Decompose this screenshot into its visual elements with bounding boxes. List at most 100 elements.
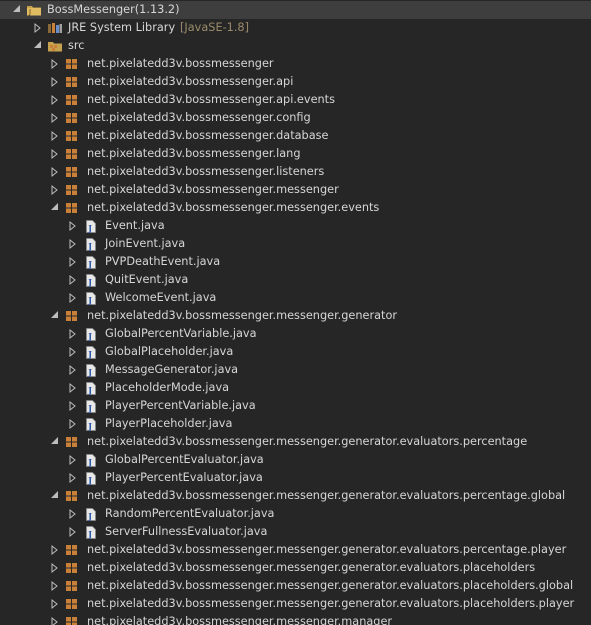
collapsed-arrow-icon[interactable] bbox=[68, 289, 78, 307]
java-file-icon: J bbox=[85, 217, 101, 235]
tree-node-label: net.pixelatedd3v.bossmessenger.lang bbox=[87, 147, 301, 160]
collapsed-arrow-icon[interactable] bbox=[68, 397, 78, 415]
tree-node-net-pixelatedd3v-bossmessenger-messenger-manager[interactable]: net.pixelatedd3v.bossmessenger.messenger… bbox=[0, 613, 591, 625]
tree-node-net-pixelatedd3v-bossmessenger-lang[interactable]: net.pixelatedd3v.bossmessenger.lang bbox=[0, 145, 591, 163]
expanded-arrow-icon[interactable] bbox=[50, 307, 60, 325]
tree-node-serverfullnessevaluator-java[interactable]: J ServerFullnessEvaluator.java bbox=[0, 523, 591, 541]
tree-node-jre-system-library[interactable]: JRE System Library [JavaSE-1.8] bbox=[0, 19, 591, 37]
svg-text:J: J bbox=[87, 241, 92, 251]
collapsed-arrow-icon[interactable] bbox=[50, 73, 60, 91]
package-icon bbox=[65, 307, 81, 325]
tree-node-label: PlaceholderMode.java bbox=[105, 381, 230, 394]
expanded-arrow-icon[interactable] bbox=[33, 37, 43, 55]
tree-node-playerplaceholder-java[interactable]: J PlayerPlaceholder.java bbox=[0, 415, 591, 433]
collapsed-arrow-icon[interactable] bbox=[50, 595, 60, 613]
tree-node-net-pixelatedd3v-bossmessenger-listeners[interactable]: net.pixelatedd3v.bossmessenger.listeners bbox=[0, 163, 591, 181]
collapsed-arrow-icon[interactable] bbox=[68, 325, 78, 343]
tree-node-playerpercentevaluator-java[interactable]: J PlayerPercentEvaluator.java bbox=[0, 469, 591, 487]
svg-text:J: J bbox=[87, 475, 92, 485]
collapsed-arrow-icon[interactable] bbox=[68, 415, 78, 433]
tree-node-playerpercentvariable-java[interactable]: J PlayerPercentVariable.java bbox=[0, 397, 591, 415]
collapsed-arrow-icon[interactable] bbox=[50, 163, 60, 181]
collapsed-arrow-icon[interactable] bbox=[33, 19, 43, 37]
tree-node-net-pixelatedd3v-bossmessenger-messenger-generator[interactable]: net.pixelatedd3v.bossmessenger.messenger… bbox=[0, 307, 591, 325]
tree-node-joinevent-java[interactable]: J JoinEvent.java bbox=[0, 235, 591, 253]
tree-node-label: net.pixelatedd3v.bossmessenger.messenger… bbox=[87, 435, 528, 448]
tree-node-src[interactable]: src bbox=[0, 37, 591, 55]
java-file-icon: J bbox=[85, 253, 101, 271]
expanded-arrow-icon[interactable] bbox=[50, 487, 60, 505]
collapsed-arrow-icon[interactable] bbox=[50, 91, 60, 109]
tree-node-net-pixelatedd3v-bossmessenger-api-events[interactable]: net.pixelatedd3v.bossmessenger.api.event… bbox=[0, 91, 591, 109]
tree-node-decoration: [JavaSE-1.8] bbox=[180, 21, 250, 34]
tree-node-welcomeevent-java[interactable]: J WelcomeEvent.java bbox=[0, 289, 591, 307]
tree-node-label: net.pixelatedd3v.bossmessenger.messenger… bbox=[87, 201, 380, 214]
tree-node-net-pixelatedd3v-bossmessenger-database[interactable]: net.pixelatedd3v.bossmessenger.database bbox=[0, 127, 591, 145]
tree-node-bossmessenger-1-13-2[interactable]: J BossMessenger(1.13.2) bbox=[0, 1, 591, 19]
collapsed-arrow-icon[interactable] bbox=[50, 577, 60, 595]
tree-node-pvpdeathevent-java[interactable]: J PVPDeathEvent.java bbox=[0, 253, 591, 271]
tree-node-label: PlayerPlaceholder.java bbox=[105, 417, 233, 430]
collapsed-arrow-icon[interactable] bbox=[68, 271, 78, 289]
tree-node-label: BossMessenger(1.13.2) bbox=[47, 3, 180, 16]
collapsed-arrow-icon[interactable] bbox=[50, 127, 60, 145]
tree-node-randompercentevaluator-java[interactable]: J RandomPercentEvaluator.java bbox=[0, 505, 591, 523]
tree-node-label: PlayerPercentVariable.java bbox=[105, 399, 256, 412]
tree-node-label: net.pixelatedd3v.bossmessenger.messenger… bbox=[87, 309, 398, 322]
tree-node-event-java[interactable]: J Event.java bbox=[0, 217, 591, 235]
collapsed-arrow-icon[interactable] bbox=[68, 343, 78, 361]
collapsed-arrow-icon[interactable] bbox=[68, 217, 78, 235]
collapsed-arrow-icon[interactable] bbox=[50, 541, 60, 559]
svg-text:J: J bbox=[87, 529, 92, 539]
expanded-arrow-icon[interactable] bbox=[50, 433, 60, 451]
tree-node-label: net.pixelatedd3v.bossmessenger.messenger… bbox=[87, 579, 574, 592]
package-icon bbox=[65, 181, 81, 199]
tree-node-net-pixelatedd3v-bossmessenger-api[interactable]: net.pixelatedd3v.bossmessenger.api bbox=[0, 73, 591, 91]
tree-node-label: GlobalPlaceholder.java bbox=[105, 345, 234, 358]
tree-node-net-pixelatedd3v-bossmessenger-messenger-generator-evaluators-percentage-player[interactable]: net.pixelatedd3v.bossmessenger.messenger… bbox=[0, 541, 591, 559]
package-icon bbox=[65, 559, 81, 577]
collapsed-arrow-icon[interactable] bbox=[68, 379, 78, 397]
java-file-icon: J bbox=[85, 469, 101, 487]
tree-node-globalpercentevaluator-java[interactable]: J GlobalPercentEvaluator.java bbox=[0, 451, 591, 469]
collapsed-arrow-icon[interactable] bbox=[50, 109, 60, 127]
package-icon bbox=[65, 487, 81, 505]
tree-node-net-pixelatedd3v-bossmessenger-messenger-events[interactable]: net.pixelatedd3v.bossmessenger.messenger… bbox=[0, 199, 591, 217]
collapsed-arrow-icon[interactable] bbox=[50, 181, 60, 199]
collapsed-arrow-icon[interactable] bbox=[68, 451, 78, 469]
collapsed-arrow-icon[interactable] bbox=[50, 145, 60, 163]
collapsed-arrow-icon[interactable] bbox=[68, 469, 78, 487]
package-explorer-tree[interactable]: J BossMessenger(1.13.2) JRE System Library… bbox=[0, 0, 591, 625]
collapsed-arrow-icon[interactable] bbox=[68, 235, 78, 253]
tree-node-globalpercentvariable-java[interactable]: J GlobalPercentVariable.java bbox=[0, 325, 591, 343]
tree-node-net-pixelatedd3v-bossmessenger-messenger-generator-evaluators-placeholders-player[interactable]: net.pixelatedd3v.bossmessenger.messenger… bbox=[0, 595, 591, 613]
tree-node-globalplaceholder-java[interactable]: J GlobalPlaceholder.java bbox=[0, 343, 591, 361]
expanded-arrow-icon[interactable] bbox=[12, 1, 22, 19]
tree-node-quitevent-java[interactable]: J QuitEvent.java bbox=[0, 271, 591, 289]
tree-node-label: PlayerPercentEvaluator.java bbox=[105, 471, 263, 484]
tree-node-label: net.pixelatedd3v.bossmessenger.messenger… bbox=[87, 561, 536, 574]
tree-node-label: ServerFullnessEvaluator.java bbox=[105, 525, 268, 538]
svg-text:J: J bbox=[87, 511, 92, 521]
tree-node-net-pixelatedd3v-bossmessenger-messenger-generator-evaluators-placeholders-global[interactable]: net.pixelatedd3v.bossmessenger.messenger… bbox=[0, 577, 591, 595]
expanded-arrow-icon[interactable] bbox=[50, 199, 60, 217]
tree-node-net-pixelatedd3v-bossmessenger-messenger[interactable]: net.pixelatedd3v.bossmessenger.messenger bbox=[0, 181, 591, 199]
tree-node-label: MessageGenerator.java bbox=[105, 363, 239, 376]
collapsed-arrow-icon[interactable] bbox=[50, 55, 60, 73]
tree-node-net-pixelatedd3v-bossmessenger[interactable]: net.pixelatedd3v.bossmessenger bbox=[0, 55, 591, 73]
collapsed-arrow-icon[interactable] bbox=[68, 505, 78, 523]
tree-node-net-pixelatedd3v-bossmessenger-messenger-generator-evaluators-percentage-global[interactable]: net.pixelatedd3v.bossmessenger.messenger… bbox=[0, 487, 591, 505]
tree-node-label: src bbox=[68, 39, 85, 52]
package-icon bbox=[65, 613, 81, 625]
collapsed-arrow-icon[interactable] bbox=[50, 559, 60, 577]
collapsed-arrow-icon[interactable] bbox=[68, 361, 78, 379]
tree-node-net-pixelatedd3v-bossmessenger-messenger-generator-evaluators-placeholders[interactable]: net.pixelatedd3v.bossmessenger.messenger… bbox=[0, 559, 591, 577]
tree-node-label: net.pixelatedd3v.bossmessenger.messenger… bbox=[87, 597, 575, 610]
collapsed-arrow-icon[interactable] bbox=[68, 523, 78, 541]
collapsed-arrow-icon[interactable] bbox=[50, 613, 60, 625]
tree-node-messagegenerator-java[interactable]: J MessageGenerator.java bbox=[0, 361, 591, 379]
tree-node-net-pixelatedd3v-bossmessenger-config[interactable]: net.pixelatedd3v.bossmessenger.config bbox=[0, 109, 591, 127]
collapsed-arrow-icon[interactable] bbox=[68, 253, 78, 271]
tree-node-net-pixelatedd3v-bossmessenger-messenger-generator-evaluators-percentage[interactable]: net.pixelatedd3v.bossmessenger.messenger… bbox=[0, 433, 591, 451]
tree-node-placeholdermode-java[interactable]: J PlaceholderMode.java bbox=[0, 379, 591, 397]
